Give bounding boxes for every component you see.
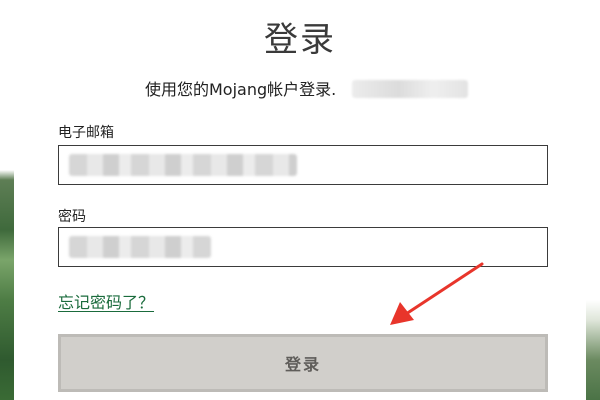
redacted-password-value [69, 236, 211, 258]
login-subtitle: 使用您的Mojang帐户登录. [145, 80, 337, 99]
email-label: 电子邮箱 [58, 125, 114, 141]
login-button[interactable]: 登录 [58, 334, 548, 392]
redacted-text [352, 80, 468, 98]
password-field-container [58, 227, 548, 267]
redacted-email-value [69, 154, 297, 176]
password-label: 密码 [58, 209, 86, 225]
background-art-right [586, 300, 600, 400]
page-title: 登录 [264, 20, 336, 60]
forgot-password-link[interactable]: 忘记密码了？ [58, 289, 154, 313]
email-field-container [58, 145, 548, 185]
